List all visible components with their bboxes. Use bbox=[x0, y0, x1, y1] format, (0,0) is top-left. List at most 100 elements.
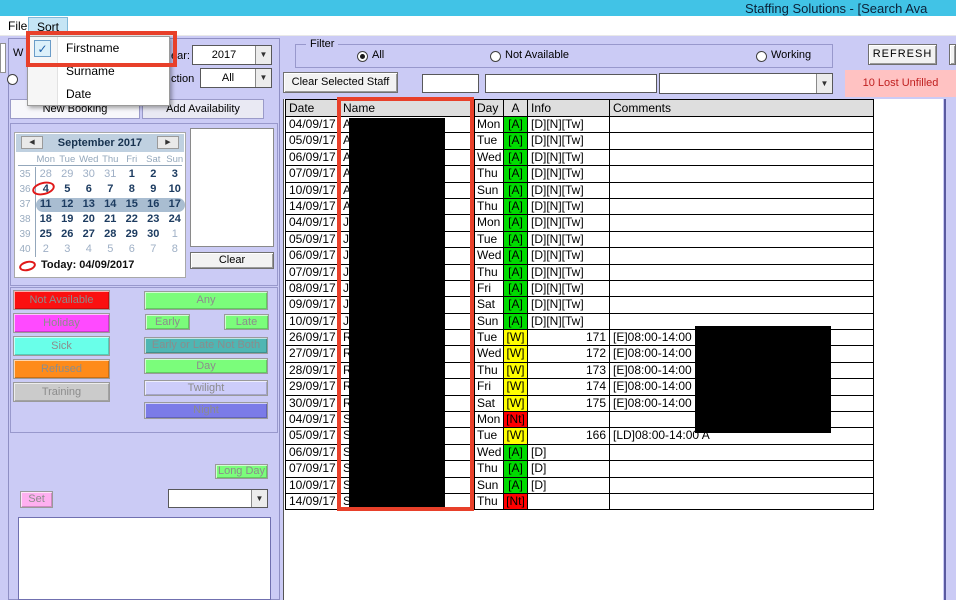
cell-date: 07/09/17 bbox=[286, 461, 340, 477]
calendar-today-row[interactable]: Today: 04/09/2017 bbox=[15, 257, 185, 277]
availability-button[interactable]: Training bbox=[13, 382, 110, 402]
calendar-day[interactable]: 2 bbox=[143, 167, 165, 182]
left-radio[interactable] bbox=[7, 74, 18, 85]
calendar-day[interactable]: 6 bbox=[78, 182, 100, 197]
bottom-listbox[interactable] bbox=[18, 517, 271, 600]
calendar-day-header: Thu bbox=[100, 154, 122, 165]
cell-day: Sat bbox=[475, 396, 504, 412]
calendar-day[interactable]: 13 bbox=[78, 197, 100, 212]
calendar-day[interactable]: 31 bbox=[100, 167, 122, 182]
calendar-day[interactable]: 3 bbox=[57, 242, 79, 257]
day-button[interactable]: Day bbox=[144, 358, 268, 374]
chevron-down-icon[interactable]: ▼ bbox=[251, 490, 267, 507]
cell-info bbox=[528, 494, 610, 510]
any-button[interactable]: Any bbox=[144, 291, 268, 310]
calendar-day[interactable]: 29 bbox=[57, 167, 79, 182]
calendar-day[interactable]: 30 bbox=[143, 227, 165, 242]
filter-radio-working[interactable] bbox=[756, 51, 767, 62]
calendar-day[interactable]: 24 bbox=[164, 212, 186, 227]
calendar-day[interactable]: 14 bbox=[100, 197, 122, 212]
cell-availability: [A] bbox=[504, 478, 528, 494]
calendar-day[interactable]: 4 bbox=[78, 242, 100, 257]
calendar-day[interactable]: 1 bbox=[164, 227, 186, 242]
calendar-day[interactable]: 28 bbox=[35, 167, 57, 182]
filter-label-working[interactable]: Working bbox=[771, 49, 811, 61]
calendar-day[interactable]: 28 bbox=[100, 227, 122, 242]
calendar-day[interactable]: 23 bbox=[143, 212, 165, 227]
calendar-day[interactable]: 18 bbox=[35, 212, 57, 227]
calendar-day[interactable]: 29 bbox=[121, 227, 143, 242]
set-dropdown[interactable]: ▼ bbox=[168, 489, 268, 508]
cell-day: Fri bbox=[475, 379, 504, 395]
clear-selected-staff-button[interactable]: Clear Selected Staff bbox=[283, 72, 398, 93]
calendar-day[interactable]: 19 bbox=[57, 212, 79, 227]
calendar-day[interactable]: 6 bbox=[121, 242, 143, 257]
calendar-day[interactable]: 8 bbox=[164, 242, 186, 257]
calendar-day[interactable]: 7 bbox=[143, 242, 165, 257]
early-or-late-button[interactable]: Early or Late Not Both bbox=[144, 337, 268, 354]
calendar-day[interactable]: 9 bbox=[143, 182, 165, 197]
cell-availability: [A] bbox=[504, 215, 528, 231]
cutoff-button[interactable] bbox=[949, 44, 956, 65]
twilight-button[interactable]: Twilight bbox=[144, 380, 268, 396]
selected-dates-listbox[interactable] bbox=[190, 128, 274, 247]
filter-radio-all[interactable] bbox=[357, 51, 368, 62]
calendar-day[interactable]: 25 bbox=[35, 227, 57, 242]
filter-radio-not-available[interactable] bbox=[490, 51, 501, 62]
menu-item-date[interactable]: Date bbox=[28, 83, 169, 106]
staff-dropdown[interactable]: ▼ bbox=[659, 73, 833, 94]
filter-label-not-available[interactable]: Not Available bbox=[505, 49, 569, 61]
cell-availability: [A] bbox=[504, 265, 528, 281]
calendar-day[interactable]: 5 bbox=[57, 182, 79, 197]
calendar-day[interactable]: 1 bbox=[121, 167, 143, 182]
calendar-day[interactable]: 15 bbox=[121, 197, 143, 212]
calendar-day[interactable]: 26 bbox=[57, 227, 79, 242]
selection-dropdown[interactable]: All ▼ bbox=[200, 68, 272, 88]
late-button[interactable]: Late bbox=[224, 314, 269, 330]
cell-day: Fri bbox=[475, 281, 504, 297]
calendar-day[interactable]: 8 bbox=[121, 182, 143, 197]
long-day-button[interactable]: Long Day bbox=[215, 464, 268, 479]
cell-comments bbox=[610, 461, 874, 477]
calendar-day[interactable]: 7 bbox=[100, 182, 122, 197]
availability-button[interactable]: Not Available bbox=[13, 290, 110, 310]
cell-info: [D][N][Tw] bbox=[528, 199, 610, 215]
availability-button[interactable]: Refused bbox=[13, 359, 110, 379]
calendar-day[interactable]: 5 bbox=[100, 242, 122, 257]
cell-date: 26/09/17 bbox=[286, 330, 340, 346]
chevron-down-icon[interactable]: ▼ bbox=[255, 69, 271, 87]
early-button[interactable]: Early bbox=[145, 314, 190, 330]
cell-info: [D][N][Tw] bbox=[528, 215, 610, 231]
cell-info: 166 bbox=[528, 428, 610, 444]
calendar-day[interactable]: 21 bbox=[100, 212, 122, 227]
calendar-next-button[interactable]: ▶ bbox=[157, 136, 179, 149]
night-button[interactable]: Night bbox=[144, 402, 268, 419]
calendar-day[interactable]: 27 bbox=[78, 227, 100, 242]
cell-comments bbox=[610, 281, 874, 297]
calendar-day[interactable]: 20 bbox=[78, 212, 100, 227]
calendar-day[interactable]: 16 bbox=[143, 197, 165, 212]
calendar-day[interactable]: 3 bbox=[164, 167, 186, 182]
filter-label-all[interactable]: All bbox=[372, 49, 384, 61]
cell-availability: [A] bbox=[504, 117, 528, 133]
staff-search-input-large[interactable] bbox=[485, 74, 657, 93]
availability-button[interactable]: Sick bbox=[13, 336, 110, 356]
calendar-day[interactable]: 10 bbox=[164, 182, 186, 197]
calendar-day[interactable]: 12 bbox=[57, 197, 79, 212]
calendar-prev-button[interactable]: ◀ bbox=[21, 136, 43, 149]
calendar-day[interactable]: 2 bbox=[35, 242, 57, 257]
set-button[interactable]: Set bbox=[20, 491, 53, 508]
year-dropdown[interactable]: 2017 ▼ bbox=[192, 45, 272, 65]
calendar-day[interactable]: 11 bbox=[35, 197, 57, 212]
calendar-day[interactable]: 4 bbox=[35, 182, 57, 197]
chevron-down-icon[interactable]: ▼ bbox=[255, 46, 271, 64]
calendar-day[interactable]: 17 bbox=[164, 197, 186, 212]
chevron-down-icon[interactable]: ▼ bbox=[816, 74, 832, 93]
clear-dates-button[interactable]: Clear bbox=[190, 252, 274, 269]
calendar-day[interactable]: 30 bbox=[78, 167, 100, 182]
cell-availability: [A] bbox=[504, 150, 528, 166]
refresh-button[interactable]: REFRESH bbox=[868, 44, 937, 65]
staff-search-input-small[interactable] bbox=[422, 74, 479, 93]
availability-button[interactable]: Holiday bbox=[13, 313, 110, 333]
calendar-day[interactable]: 22 bbox=[121, 212, 143, 227]
